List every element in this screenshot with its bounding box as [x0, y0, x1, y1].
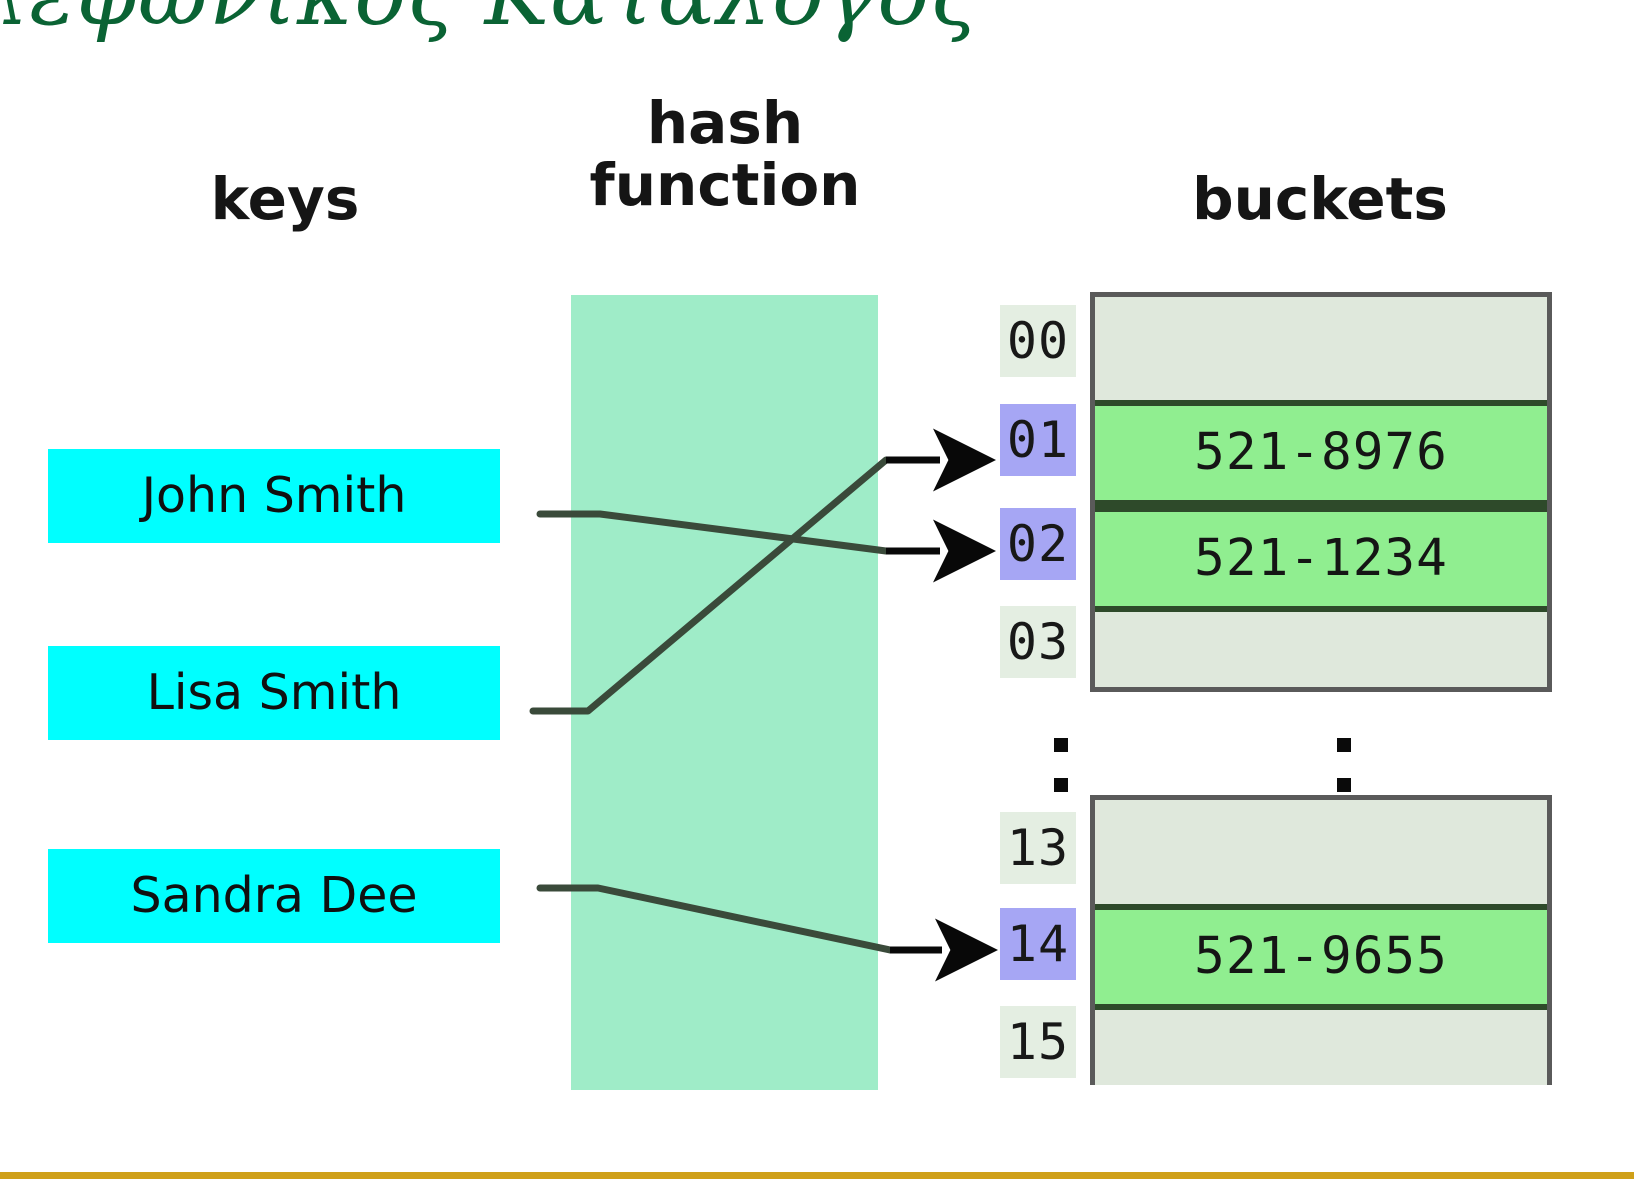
column-heading-keys: keys [210, 165, 360, 233]
ellipsis-dot [1054, 738, 1068, 752]
page-title: λεφωνικός Κατάλογος [0, 0, 1174, 50]
bucket-index-03: 03 [1000, 606, 1076, 678]
key-box-john-smith: John Smith [48, 449, 500, 543]
key-box-lisa-smith: Lisa Smith [48, 646, 500, 740]
bucket-row-15 [1095, 1010, 1547, 1085]
vertical-ellipsis-icon-index [1054, 738, 1068, 818]
column-heading-hash-function: hash function [589, 89, 861, 219]
bucket-row-13 [1095, 800, 1547, 904]
ellipsis-dot [1054, 778, 1068, 792]
bucket-index-00: 00 [1000, 305, 1076, 377]
key-box-sandra-dee: Sandra Dee [48, 849, 500, 943]
slide-canvas: λεφωνικός Κατάλογος keys hash function b… [0, 0, 1634, 1193]
bucket-row-01: 521-8976 [1095, 400, 1547, 506]
bucket-table-upper: 521-8976 521-1234 [1090, 292, 1552, 692]
bucket-index-02: 02 [1000, 508, 1076, 580]
bucket-row-14: 521-9655 [1095, 904, 1547, 1010]
column-heading-buckets: buckets [1192, 165, 1448, 233]
bucket-index-15: 15 [1000, 1006, 1076, 1078]
ellipsis-dot [1337, 778, 1351, 792]
bucket-row-03 [1095, 612, 1547, 687]
ellipsis-dot [1337, 738, 1351, 752]
bucket-row-00 [1095, 297, 1547, 400]
vertical-ellipsis-icon-buckets [1337, 738, 1351, 818]
bucket-table-lower: 521-9655 [1090, 795, 1552, 1085]
bucket-index-01: 01 [1000, 404, 1076, 476]
bucket-index-13: 13 [1000, 812, 1076, 884]
footer-divider [0, 1172, 1634, 1179]
bucket-row-02: 521-1234 [1095, 506, 1547, 612]
hash-function-panel [571, 295, 878, 1090]
bucket-index-14: 14 [1000, 908, 1076, 980]
